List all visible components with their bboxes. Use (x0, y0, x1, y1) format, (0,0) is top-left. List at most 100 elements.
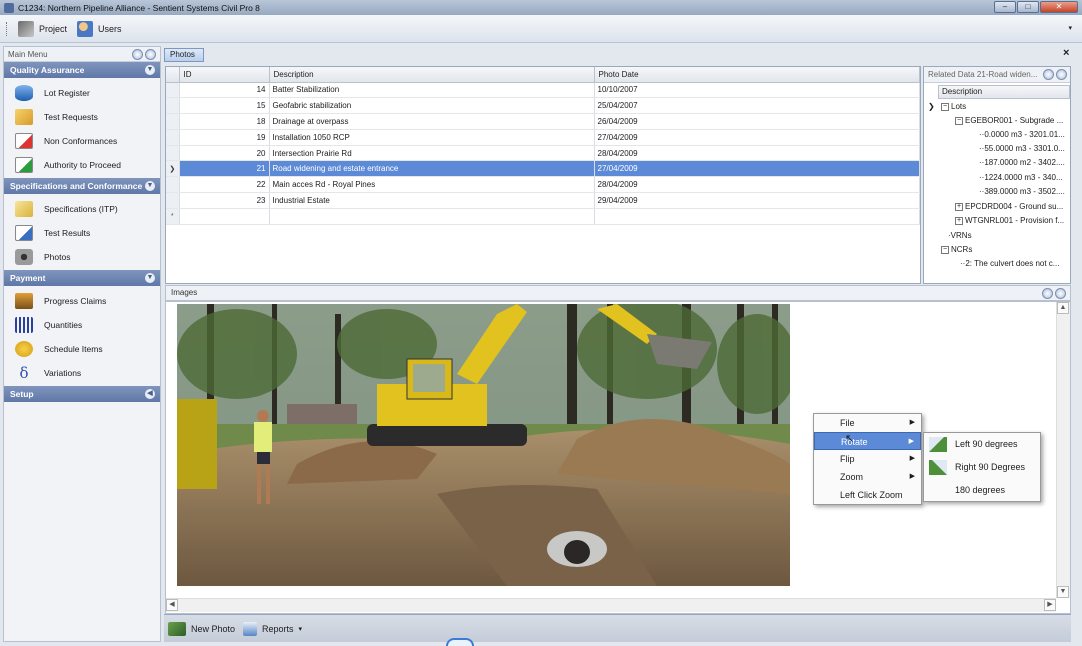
panel-collapse-icon[interactable] (1043, 69, 1054, 80)
sidebar-item-test-requests[interactable]: Test Requests (4, 105, 160, 129)
tree-node[interactable]: ··1224.0000 m3 - 340... (979, 171, 1063, 184)
cell-description[interactable] (269, 208, 595, 225)
sidebar-collapse-icon[interactable] (132, 48, 143, 60)
sidebar-item-lot-register[interactable]: Lot Register (4, 81, 160, 105)
tree-node-label: 1224.0000 m3 - 340... (984, 173, 1063, 182)
sidebar-pin-icon[interactable] (145, 48, 156, 60)
images-pin-icon[interactable] (1055, 288, 1066, 300)
reports-icon (243, 621, 258, 636)
menu-item-right-90[interactable]: Right 90 Degrees (924, 456, 1040, 479)
sidebar-item-variations[interactable]: δ Variations (4, 361, 160, 385)
row-indicator (166, 129, 180, 146)
tree-node[interactable]: + WTGNRL001 - Provision f... (955, 214, 1064, 227)
panel-pin-icon[interactable] (1056, 69, 1067, 80)
tree-node[interactable]: ··389.0000 m3 - 3502.... (979, 185, 1065, 198)
tab-photos[interactable]: Photos (164, 48, 204, 62)
chevron-left-icon[interactable]: ◀ (145, 389, 155, 399)
close-tab-icon[interactable]: × (1063, 47, 1069, 59)
table-row[interactable]: 15 Geofabric stabilization 25/04/2007 (166, 97, 920, 115)
sidebar-item-quantities[interactable]: Quantities (4, 313, 160, 337)
menu-item-left-click-zoom[interactable]: Left Click Zoom (814, 486, 921, 504)
table-row[interactable]: 18 Drainage at overpass 26/04/2009 (166, 113, 920, 130)
chevron-down-icon[interactable]: ▼ (145, 181, 155, 191)
section-specifications-and-conformance[interactable]: Specifications and Conformance ▼ (4, 178, 160, 194)
project-button[interactable]: Project (18, 20, 68, 37)
scroll-left-icon[interactable]: ◀ (166, 599, 178, 611)
collapse-icon[interactable]: − (955, 116, 963, 125)
tree-node[interactable]: ··2: The culvert does not c... (960, 257, 1059, 270)
toolbar-dropdown-icon[interactable]: ▾ (1068, 24, 1072, 32)
scroll-down-icon[interactable]: ▼ (1057, 586, 1069, 598)
menu-item-left-90[interactable]: Left 90 degrees (924, 433, 1040, 456)
chevron-down-icon[interactable]: ▼ (145, 273, 155, 283)
table-row[interactable]: 14 Batter Stabilization 10/10/2007 (166, 82, 920, 99)
scroll-up-icon[interactable]: ▲ (1057, 302, 1069, 314)
images-panel-header: Images (165, 285, 1071, 301)
table-row-selected[interactable]: ❯ 21 Road widening and estate entrance 27/0… (166, 160, 920, 178)
section-setup[interactable]: Setup ◀ (4, 386, 160, 402)
tree-node[interactable]: ··187.0000 m2 - 3402.... (979, 156, 1065, 169)
scroll-right-icon[interactable]: ▶ (1044, 599, 1056, 611)
menu-item-file[interactable]: File ▶ (814, 414, 921, 432)
cell-id: 23 (179, 192, 270, 209)
reports-button[interactable]: Reports ▾ (243, 621, 302, 636)
sidebar-item-authority-to-proceed[interactable]: Authority to Proceed (4, 153, 160, 177)
sidebar-item-schedule-items[interactable]: Schedule Items (4, 337, 160, 361)
cell-id: 20 (179, 145, 270, 162)
table-row[interactable]: 19 Installation 1050 RCP 27/04/2009 (166, 129, 920, 146)
sidebar-title: Main Menu (8, 49, 48, 59)
tree-node[interactable]: ··0.0000 m3 - 3201.01... (979, 128, 1065, 141)
new-photo-icon (168, 621, 186, 636)
toolbar-grip (6, 21, 8, 36)
section-payment[interactable]: Payment ▼ (4, 270, 160, 286)
chevron-down-icon[interactable]: ▼ (145, 65, 155, 75)
cell-description: Batter Stabilization (269, 82, 595, 99)
cell-id[interactable] (179, 208, 270, 225)
collapse-icon[interactable]: − (941, 102, 949, 111)
menu-item-180[interactable]: 180 degrees (924, 479, 1040, 502)
menu-item-zoom[interactable]: Zoom ▶ (814, 468, 921, 486)
section-quality-assurance[interactable]: Quality Assurance ▼ (4, 62, 160, 78)
sidebar-item-specifications[interactable]: Specifications (ITP) (4, 197, 160, 221)
taskbar-orb-icon[interactable] (446, 638, 474, 646)
column-header-description[interactable]: Description (269, 67, 595, 83)
images-collapse-icon[interactable] (1042, 288, 1053, 300)
sidebar-item-photos[interactable]: Photos (4, 245, 160, 269)
tree-node-label: Lots (951, 102, 967, 111)
menu-item-rotate[interactable]: Rotate ▶ (814, 432, 921, 450)
expand-icon[interactable]: + (955, 202, 963, 211)
sidebar-item-progress-claims[interactable]: Progress Claims (4, 289, 160, 313)
sidebar-item-non-conformances[interactable]: Non Conformances (4, 129, 160, 153)
column-header-photo-date[interactable]: Photo Date (594, 67, 920, 83)
new-photo-button[interactable]: New Photo (168, 621, 235, 636)
expand-icon[interactable]: + (955, 216, 963, 225)
tree-node[interactable]: + EPCDRD004 - Ground su... (955, 200, 1063, 213)
construction-photo[interactable] (177, 304, 790, 586)
tree-node-label: VRNs (950, 231, 972, 240)
column-header-id[interactable]: ID (179, 67, 270, 83)
new-row[interactable]: * (166, 208, 920, 225)
table-row[interactable]: 22 Main acces Rd - Royal Pines 28/04/2009 (166, 176, 920, 194)
sidebar-item-test-results[interactable]: Test Results (4, 221, 160, 245)
users-button[interactable]: Users (77, 20, 122, 37)
menu-item-flip[interactable]: Flip ▶ (814, 450, 921, 468)
related-column-header[interactable]: Description (938, 85, 1070, 99)
lot-register-icon (15, 85, 33, 101)
project-label: Project (39, 23, 68, 34)
table-row[interactable]: 20 Intersection Prairie Rd 28/04/2009 (166, 145, 920, 162)
tree-node[interactable]: − EGEBOR001 - Subgrade ... (955, 114, 1063, 127)
tree-node[interactable]: ··55.0000 m3 - 3301.0... (979, 142, 1065, 155)
images-horizontal-scrollbar[interactable]: ◀ ▶ (166, 598, 1056, 612)
cell-description: Main acces Rd - Royal Pines (269, 176, 595, 194)
tree-node-lots[interactable]: − Lots (941, 100, 966, 113)
table-row[interactable]: 23 Industrial Estate 29/04/2009 (166, 192, 920, 209)
tree-node-ncrs[interactable]: − NCRs (941, 243, 972, 256)
close-window-button[interactable]: ✕ (1040, 1, 1078, 13)
images-vertical-scrollbar[interactable]: ▲ ▼ (1056, 302, 1070, 598)
cell-date[interactable] (594, 208, 920, 225)
cell-id: 15 (179, 97, 270, 115)
collapse-icon[interactable]: − (941, 245, 949, 254)
tree-node-vrns[interactable]: ·VRNs (948, 229, 972, 242)
maximize-button[interactable]: □ (1017, 1, 1039, 13)
minimize-button[interactable]: – (994, 1, 1016, 13)
